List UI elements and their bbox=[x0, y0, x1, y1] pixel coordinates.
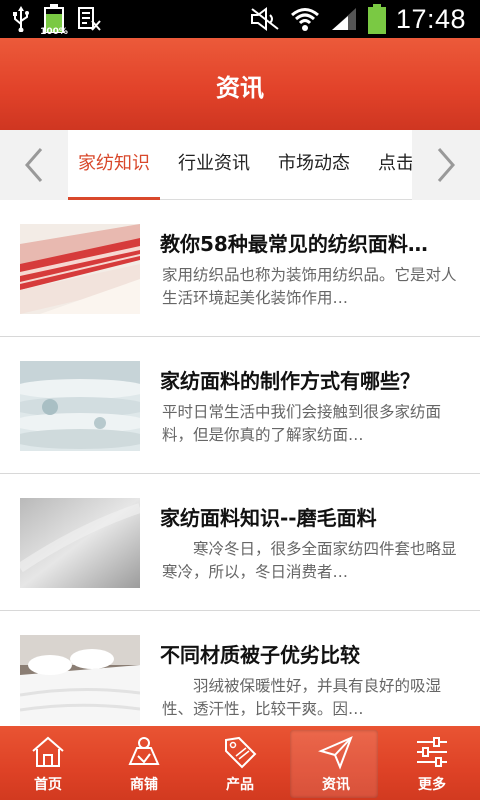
nav-more[interactable]: 更多 bbox=[384, 726, 480, 800]
tab-strip: 家纺知识 行业资讯 市场动态 点击 bbox=[68, 130, 412, 200]
nav-label: 产品 bbox=[226, 777, 254, 793]
category-tabs: 家纺知识 行业资讯 市场动态 点击 bbox=[0, 130, 480, 200]
battery-percent: 100% bbox=[40, 27, 68, 37]
nav-products[interactable]: 产品 bbox=[192, 726, 288, 800]
battery-icon: 100% bbox=[40, 4, 68, 37]
tabs-prev-button[interactable] bbox=[0, 130, 68, 200]
article-item[interactable]: 家纺面料知识--磨毛面料 寒冷冬日，很多全面家纺四件套也略显寒冷，所以，冬日消费… bbox=[0, 474, 480, 611]
home-icon bbox=[32, 736, 64, 767]
nav-label: 资讯 bbox=[322, 777, 350, 793]
article-title: 不同材质被子优劣比较 bbox=[160, 643, 360, 667]
paper-plane-icon bbox=[318, 736, 353, 770]
article-item[interactable]: 不同材质被子优劣比较 羽绒被保暖性好，并具有良好的吸湿性、透汗性，比较干爽。因… bbox=[0, 611, 480, 726]
usb-icon bbox=[13, 6, 29, 32]
tab-clicks[interactable]: 点击 bbox=[368, 130, 412, 200]
tab-market-trends[interactable]: 市场动态 bbox=[268, 130, 360, 200]
article-item[interactable]: 教你58种最常见的纺织面料… 家用纺织品也称为装饰用纺织品。它是对人生活环境起美… bbox=[0, 200, 480, 337]
article-list: 教你58种最常见的纺织面料… 家用纺织品也称为装饰用纺织品。它是对人生活环境起美… bbox=[0, 200, 480, 726]
status-right: 17:48 bbox=[250, 0, 466, 38]
status-bar: 100% 17:48 bbox=[0, 0, 480, 38]
article-thumbnail bbox=[20, 224, 140, 314]
nav-label: 更多 bbox=[418, 777, 446, 793]
mute-icon bbox=[250, 7, 279, 31]
chevron-right-icon bbox=[437, 148, 455, 182]
tab-home-textile-knowledge[interactable]: 家纺知识 bbox=[68, 130, 160, 200]
app-header: 资讯 bbox=[0, 38, 480, 130]
article-summary: 平时日常生活中我们会接触到很多家纺面料，但是你真的了解家纺面… bbox=[162, 403, 442, 444]
article-thumbnail bbox=[20, 498, 140, 588]
sliders-icon bbox=[417, 737, 447, 767]
bottom-nav: 首页 商铺 产品 资讯 更多 bbox=[0, 726, 480, 800]
article-title: 教你58种最常见的纺织面料… bbox=[160, 232, 428, 256]
signal-icon bbox=[331, 8, 356, 30]
article-title: 家纺面料的制作方式有哪些？ bbox=[160, 369, 420, 393]
article-summary: 寒冷冬日，很多全面家纺四件套也略显寒冷，所以，冬日消费者… bbox=[162, 540, 457, 581]
status-left: 100% bbox=[12, 4, 102, 37]
nav-home[interactable]: 首页 bbox=[0, 726, 96, 800]
battery-icon bbox=[367, 4, 386, 34]
clock: 17:48 bbox=[395, 3, 466, 34]
nav-label: 首页 bbox=[34, 777, 62, 793]
article-thumbnail bbox=[20, 361, 140, 451]
article-thumbnail bbox=[20, 635, 140, 725]
keyboard-icon bbox=[78, 7, 101, 31]
nav-news[interactable]: 资讯 bbox=[288, 726, 384, 800]
nav-shop[interactable]: 商铺 bbox=[96, 726, 192, 800]
page-title: 资讯 bbox=[216, 74, 264, 102]
shop-icon bbox=[128, 737, 160, 765]
article-item[interactable]: 家纺面料的制作方式有哪些？ 平时日常生活中我们会接触到很多家纺面料，但是你真的了… bbox=[0, 337, 480, 474]
tabs-next-button[interactable] bbox=[412, 130, 480, 200]
wifi-icon bbox=[290, 8, 319, 31]
article-summary: 羽绒被保暖性好，并具有良好的吸湿性、透汗性，比较干爽。因… bbox=[162, 677, 442, 718]
article-summary: 家用纺织品也称为装饰用纺织品。它是对人生活环境起美化装饰作用… bbox=[162, 266, 457, 307]
sale-tag-icon bbox=[225, 736, 257, 769]
article-title: 家纺面料知识--磨毛面料 bbox=[160, 506, 377, 530]
tab-industry-news[interactable]: 行业资讯 bbox=[168, 130, 260, 200]
nav-label: 商铺 bbox=[130, 777, 158, 793]
chevron-left-icon bbox=[25, 148, 43, 182]
